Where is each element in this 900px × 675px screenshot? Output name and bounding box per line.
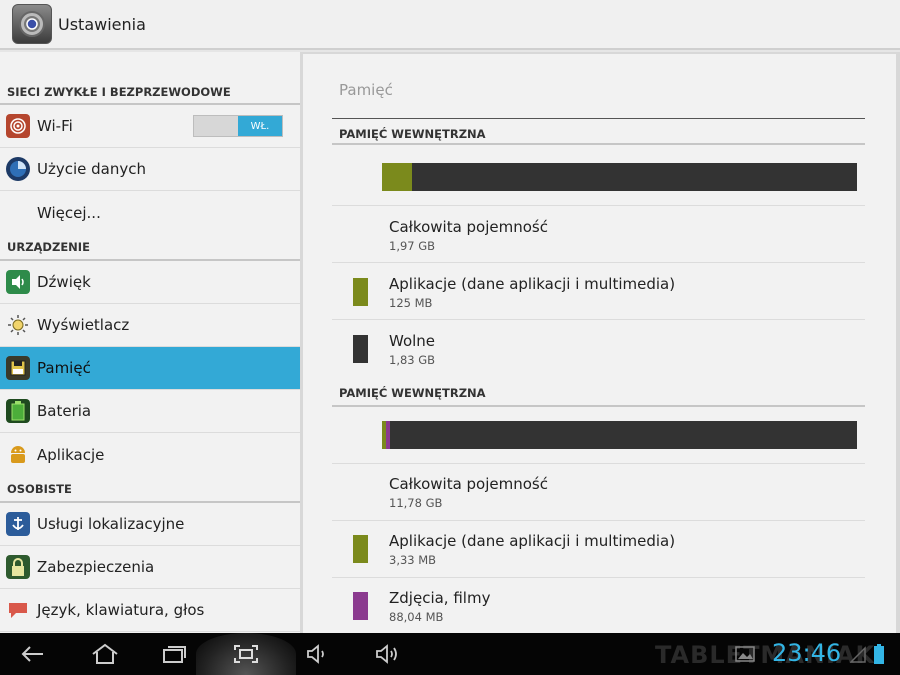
language-icon bbox=[6, 598, 30, 622]
storage-usage-bar bbox=[382, 421, 857, 449]
system-navigation-bar: TABLETMANIAK 23:46 bbox=[0, 633, 900, 675]
storage-section-header: PAMIĘĆ WEWNĘTRZNA bbox=[332, 118, 865, 145]
usage-segment-apps bbox=[382, 163, 412, 191]
gallery-icon bbox=[733, 633, 757, 675]
legend-swatch-free bbox=[353, 335, 368, 363]
section-header-personal: OSOBISTE bbox=[0, 476, 300, 503]
sidebar-item-location[interactable]: Usługi lokalizacyjne bbox=[0, 503, 300, 546]
row-value: 125 MB bbox=[389, 296, 433, 310]
sidebar-item-label: Zabezpieczenia bbox=[37, 558, 155, 576]
storage-row-free[interactable]: Wolne 1,83 GB bbox=[389, 332, 435, 367]
row-title: Aplikacje (dane aplikacji i multimedia) bbox=[389, 275, 676, 293]
usage-segment-media bbox=[386, 421, 390, 449]
detail-pane: Pamięć PAMIĘĆ WEWNĘTRZNA Całkowita pojem… bbox=[300, 52, 900, 633]
sidebar-item-label: Język, klawiatura, głos bbox=[37, 601, 205, 619]
back-icon[interactable] bbox=[12, 633, 54, 675]
sidebar-item-sound[interactable]: Dźwięk bbox=[0, 261, 300, 304]
sidebar-item-storage[interactable]: Pamięć bbox=[0, 347, 300, 390]
recent-apps-icon[interactable] bbox=[153, 633, 195, 675]
sidebar-item-battery[interactable]: Bateria bbox=[0, 390, 300, 433]
row-title: Całkowita pojemność bbox=[389, 218, 548, 236]
sidebar-item-language[interactable]: Język, klawiatura, głos bbox=[0, 589, 300, 632]
sidebar-item-label: Bateria bbox=[37, 402, 92, 420]
sidebar-item-label: Pamięć bbox=[37, 359, 91, 377]
action-bar: Ustawienia bbox=[0, 0, 900, 50]
divider bbox=[332, 262, 865, 263]
storage-row-apps[interactable]: Aplikacje (dane aplikacji i multimedia) … bbox=[389, 532, 675, 567]
app-title: Ustawienia bbox=[58, 14, 146, 34]
sidebar-item-label: Więcej... bbox=[37, 203, 101, 222]
page-title: Pamięć bbox=[339, 81, 393, 99]
legend-swatch-media bbox=[353, 592, 368, 620]
storage-row-total[interactable]: Całkowita pojemność 1,97 GB bbox=[389, 218, 548, 253]
divider bbox=[332, 319, 865, 320]
row-title: Aplikacje (dane aplikacji i multimedia) bbox=[389, 532, 676, 550]
sidebar-item-label: Dźwięk bbox=[37, 273, 91, 291]
volume-down-icon[interactable] bbox=[297, 633, 337, 675]
settings-sidebar: SIECI ZWYKŁE I BEZPRZEWODOWE Wi-Fi WŁ. U… bbox=[0, 52, 300, 633]
row-title: Zdjęcia, filmy bbox=[389, 589, 491, 607]
watermark: TABLETMANIAK bbox=[655, 641, 876, 669]
sidebar-item-more[interactable]: Więcej... bbox=[0, 191, 300, 234]
sidebar-item-apps[interactable]: Aplikacje bbox=[0, 433, 300, 476]
sidebar-item-wifi[interactable]: Wi-Fi WŁ. bbox=[0, 105, 300, 148]
wifi-toggle-on-label: WŁ. bbox=[238, 116, 282, 136]
row-value: 88,04 MB bbox=[389, 610, 444, 624]
storage-icon bbox=[6, 356, 30, 380]
storage-usage-bar bbox=[382, 163, 857, 191]
divider bbox=[332, 463, 865, 464]
sidebar-item-label: Wyświetlacz bbox=[37, 316, 130, 334]
sidebar-item-data-usage[interactable]: Użycie danych bbox=[0, 148, 300, 191]
lock-icon bbox=[6, 555, 30, 579]
volume-up-icon[interactable] bbox=[367, 633, 409, 675]
battery-icon bbox=[6, 399, 30, 423]
storage-row-apps[interactable]: Aplikacje (dane aplikacji i multimedia) … bbox=[389, 275, 675, 310]
wifi-icon bbox=[6, 114, 30, 138]
legend-swatch-apps bbox=[353, 278, 368, 306]
signal-icon bbox=[849, 633, 867, 675]
row-title: Całkowita pojemność bbox=[389, 475, 548, 493]
storage-row-media[interactable]: Zdjęcia, filmy 88,04 MB bbox=[389, 589, 490, 624]
sidebar-item-label: Usługi lokalizacyjne bbox=[37, 515, 185, 533]
storage-row-total[interactable]: Całkowita pojemność 11,78 GB bbox=[389, 475, 548, 510]
divider bbox=[332, 577, 865, 578]
sidebar-item-display[interactable]: Wyświetlacz bbox=[0, 304, 300, 347]
sidebar-item-label: Aplikacje bbox=[37, 445, 105, 464]
data-usage-icon bbox=[6, 157, 30, 181]
settings-app-icon[interactable] bbox=[12, 4, 52, 44]
section-header-device: URZĄDZENIE bbox=[0, 234, 300, 261]
status-clock[interactable]: 23:46 bbox=[772, 639, 841, 667]
wifi-toggle[interactable]: WŁ. bbox=[193, 115, 283, 137]
sidebar-item-security[interactable]: Zabezpieczenia bbox=[0, 546, 300, 589]
android-icon bbox=[6, 443, 30, 467]
storage-section-header: PAMIĘĆ WEWNĘTRZNA bbox=[332, 380, 865, 407]
row-value: 1,83 GB bbox=[389, 353, 436, 367]
battery-status-icon bbox=[871, 633, 887, 675]
row-value: 3,33 MB bbox=[389, 553, 437, 567]
brightness-icon bbox=[6, 313, 30, 337]
row-value: 11,78 GB bbox=[389, 496, 443, 510]
legend-swatch-apps bbox=[353, 535, 368, 563]
speaker-icon bbox=[6, 270, 30, 294]
screenshot-icon[interactable] bbox=[225, 633, 267, 675]
divider bbox=[332, 520, 865, 521]
home-icon[interactable] bbox=[84, 633, 126, 675]
section-header-networks: SIECI ZWYKŁE I BEZPRZEWODOWE bbox=[0, 52, 300, 105]
sidebar-item-label: Wi-Fi bbox=[37, 117, 73, 135]
row-title: Wolne bbox=[389, 332, 436, 350]
sidebar-item-label: Użycie danych bbox=[37, 160, 146, 178]
divider bbox=[332, 205, 865, 206]
location-icon bbox=[6, 512, 30, 536]
row-value: 1,97 GB bbox=[389, 239, 436, 253]
storage-panel: Pamięć PAMIĘĆ WEWNĘTRZNA Całkowita pojem… bbox=[303, 54, 896, 633]
